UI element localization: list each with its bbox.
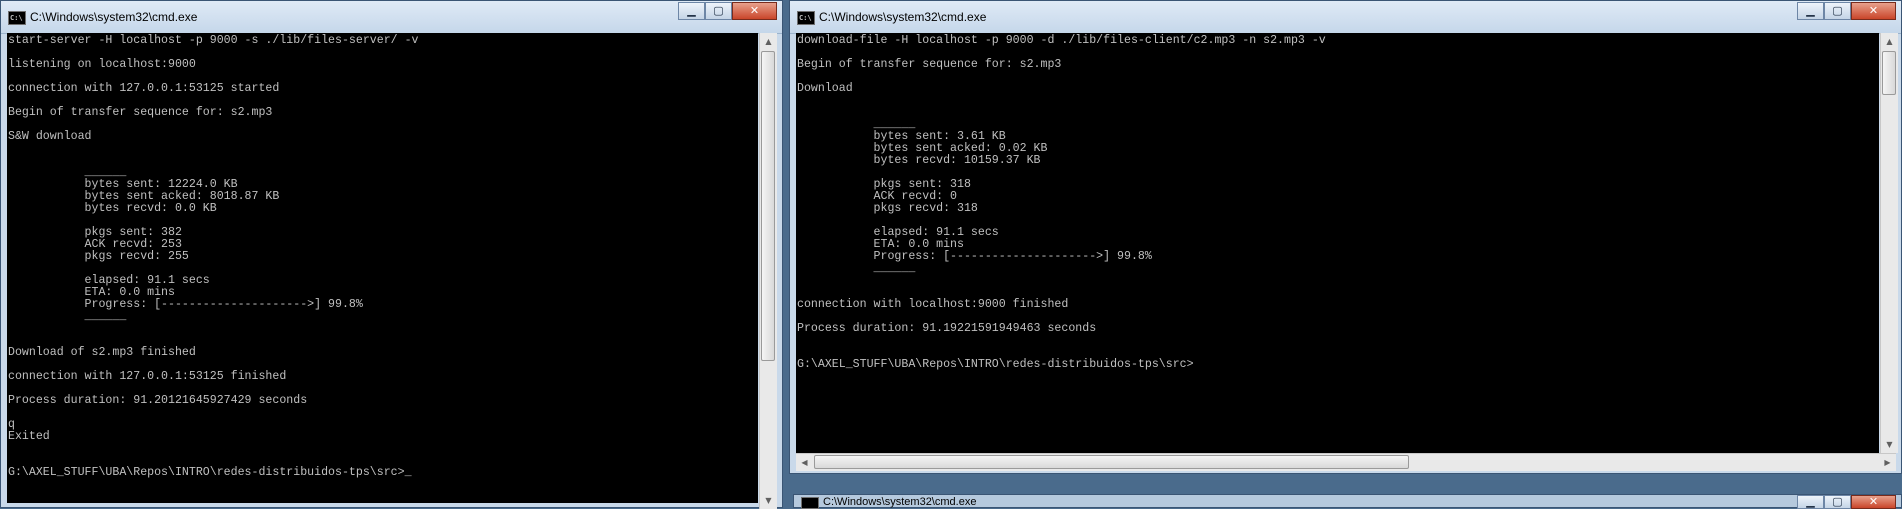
console-output[interactable]: download-file -H localhost -p 9000 -d ./… (796, 33, 1879, 453)
maximize-button[interactable]: ▢ (1824, 2, 1851, 20)
maximize-button[interactable]: ▢ (705, 2, 732, 20)
window-title: C:\Windows\system32\cmd.exe (819, 10, 987, 24)
title-bar[interactable]: C:\ C:\Windows\system32\cmd.exe ▁ ▢ ✕ (1, 1, 782, 34)
scroll-thumb[interactable] (1882, 51, 1896, 95)
cmd-window-server[interactable]: C:\ C:\Windows\system32\cmd.exe ▁ ▢ ✕ st… (0, 0, 783, 509)
console-output[interactable]: start-server -H localhost -p 9000 -s ./l… (7, 33, 758, 503)
close-button[interactable]: ✕ (732, 2, 777, 20)
scroll-thumb[interactable] (761, 51, 775, 361)
cmd-window-client[interactable]: C:\ C:\Windows\system32\cmd.exe ▁ ▢ ✕ do… (789, 0, 1902, 474)
window-controls: ▁ ▢ ✕ (678, 2, 777, 20)
close-button[interactable]: ✕ (1851, 495, 1896, 509)
window-title: C:\Windows\system32\cmd.exe (30, 10, 198, 24)
cmd-icon[interactable]: C:\ (8, 11, 26, 25)
horizontal-scrollbar[interactable]: ◀ ▶ (796, 453, 1896, 471)
close-button[interactable]: ✕ (1851, 2, 1896, 20)
console-text: download-file -H localhost -p 9000 -d ./… (797, 34, 1326, 371)
vertical-scrollbar[interactable]: ▲ ▼ (759, 33, 777, 509)
console-text: start-server -H localhost -p 9000 -s ./l… (8, 34, 419, 479)
window-controls: ▁ ▢ ✕ (1797, 2, 1896, 20)
scroll-thumb[interactable] (814, 455, 1409, 469)
scroll-down-icon[interactable]: ▼ (760, 492, 777, 509)
window-controls: ▁ ▢ ✕ (1797, 495, 1896, 509)
scroll-left-icon[interactable]: ◀ (796, 454, 813, 471)
vertical-scrollbar[interactable]: ▲ ▼ (1880, 33, 1898, 453)
scroll-right-icon[interactable]: ▶ (1879, 454, 1896, 471)
minimize-button[interactable]: ▁ (678, 2, 705, 20)
window-title: C:\Windows\system32\cmd.exe (823, 496, 977, 508)
cmd-window-background[interactable]: C:\Windows\system32\cmd.exe ▁ ▢ ✕ (793, 494, 1902, 509)
scroll-down-icon[interactable]: ▼ (1881, 436, 1898, 453)
cmd-icon[interactable] (801, 497, 819, 509)
text-cursor: _ (404, 466, 412, 479)
cmd-icon[interactable]: C:\ (797, 11, 815, 25)
minimize-button[interactable]: ▁ (1797, 495, 1824, 509)
scroll-up-icon[interactable]: ▲ (1881, 33, 1898, 50)
scroll-up-icon[interactable]: ▲ (760, 33, 777, 50)
minimize-button[interactable]: ▁ (1797, 2, 1824, 20)
maximize-button[interactable]: ▢ (1824, 495, 1851, 509)
title-bar[interactable]: C:\ C:\Windows\system32\cmd.exe ▁ ▢ ✕ (790, 1, 1901, 34)
